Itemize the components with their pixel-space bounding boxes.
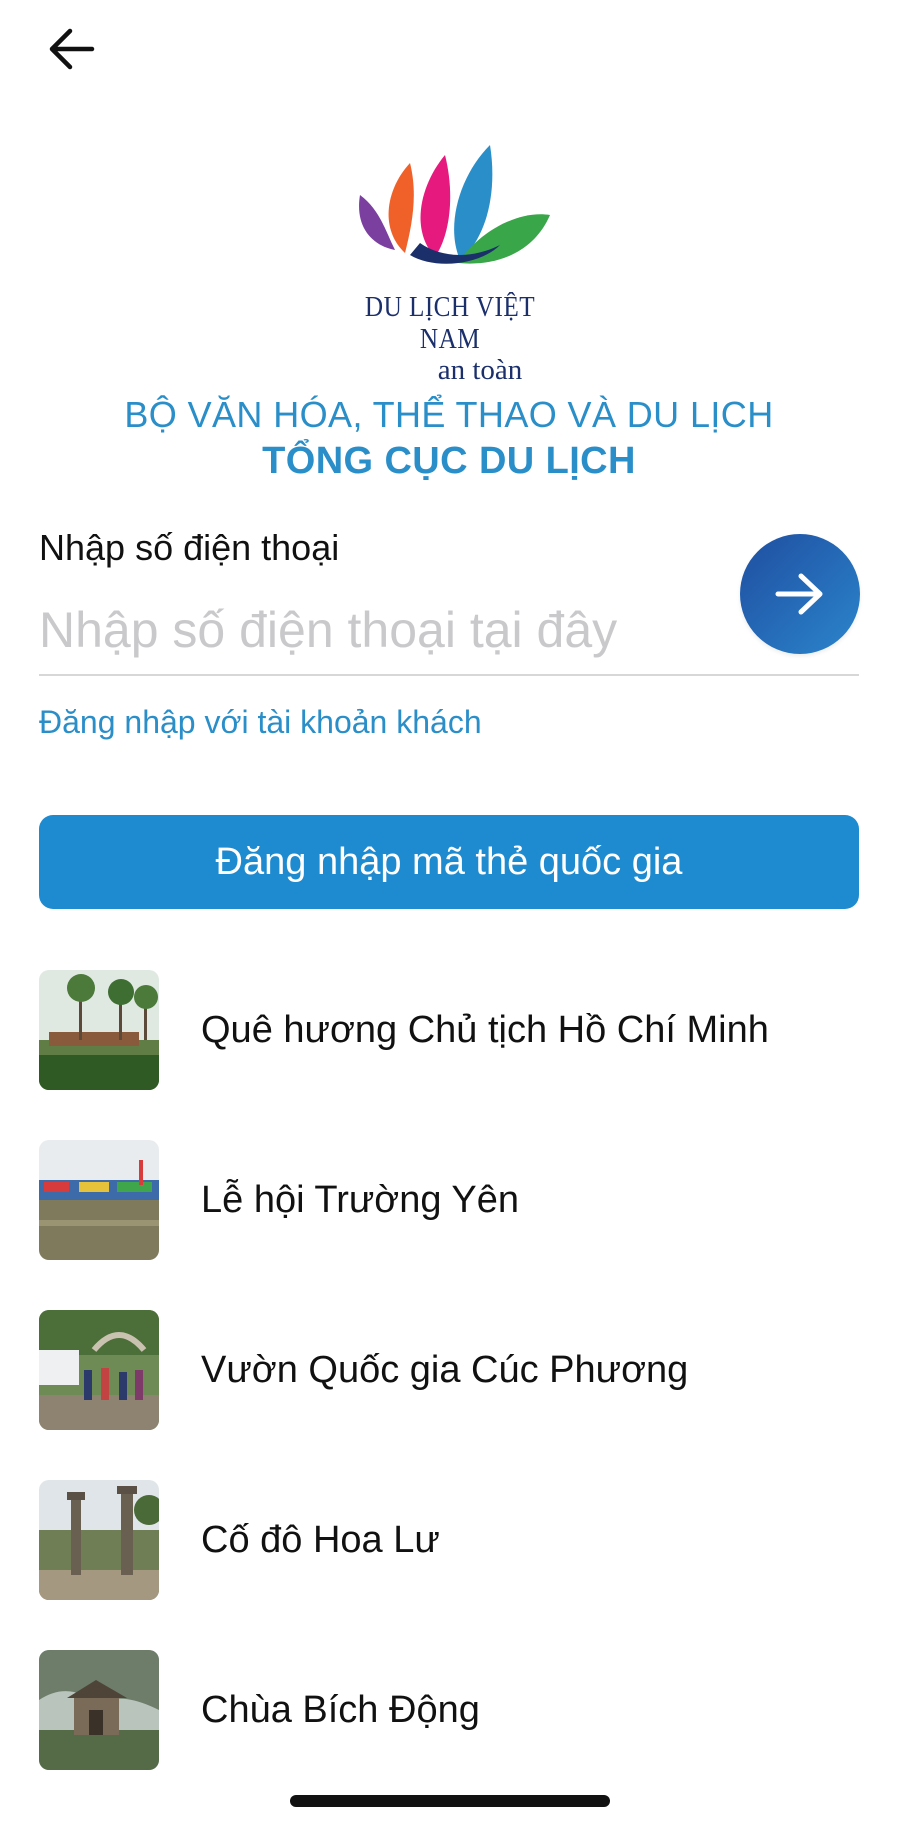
national-card-login-button[interactable]: Đăng nhập mã thẻ quốc gia	[39, 815, 859, 909]
list-item[interactable]: Lễ hội Trường Yên	[39, 1140, 859, 1260]
list-item-label: Chùa Bích Động	[201, 1688, 480, 1731]
list-item[interactable]: Quê hương Chủ tịch Hồ Chí Minh	[39, 970, 859, 1090]
park-gate-photo	[39, 1310, 159, 1430]
phone-label: Nhập số điện thoại	[39, 527, 340, 568]
list-item-label: Quê hương Chủ tịch Hồ Chí Minh	[201, 1008, 769, 1051]
ministry-name: BỘ VĂN HÓA, THỂ THAO VÀ DU LỊCH	[124, 394, 774, 435]
list-item[interactable]: Cố đô Hoa Lư	[39, 1480, 859, 1600]
logo-wordmark: DU LỊCH VIỆT NAM an toàn	[340, 292, 560, 387]
home-indicator	[290, 1795, 610, 1807]
back-button[interactable]	[40, 18, 102, 80]
submit-phone-button[interactable]	[740, 534, 860, 654]
department-name: TỔNG CỤC DU LỊCH	[262, 440, 636, 482]
arrow-right-icon	[775, 573, 823, 615]
list-item-label: Lễ hội Trường Yên	[201, 1178, 519, 1221]
list-item[interactable]: Vườn Quốc gia Cúc Phương	[39, 1310, 859, 1430]
list-item-label: Cố đô Hoa Lư	[201, 1518, 440, 1561]
pagoda-cliff-photo	[39, 1650, 159, 1770]
logo-title: DU LỊCH VIỆT NAM	[364, 292, 536, 355]
arrow-left-icon	[49, 28, 95, 70]
phone-input-underline	[39, 674, 859, 676]
list-item[interactable]: Chùa Bích Động	[39, 1650, 859, 1770]
phone-input[interactable]	[39, 596, 729, 664]
guest-login-link[interactable]: Đăng nhập với tài khoản khách	[39, 704, 482, 741]
ancient-capital-photo	[39, 1480, 159, 1600]
list-item-label: Vườn Quốc gia Cúc Phương	[201, 1348, 689, 1391]
app-logo	[359, 145, 550, 264]
logo-subtitle: an toàn	[437, 354, 523, 386]
festival-river-photo	[39, 1140, 159, 1260]
palm-village-photo	[39, 970, 159, 1090]
